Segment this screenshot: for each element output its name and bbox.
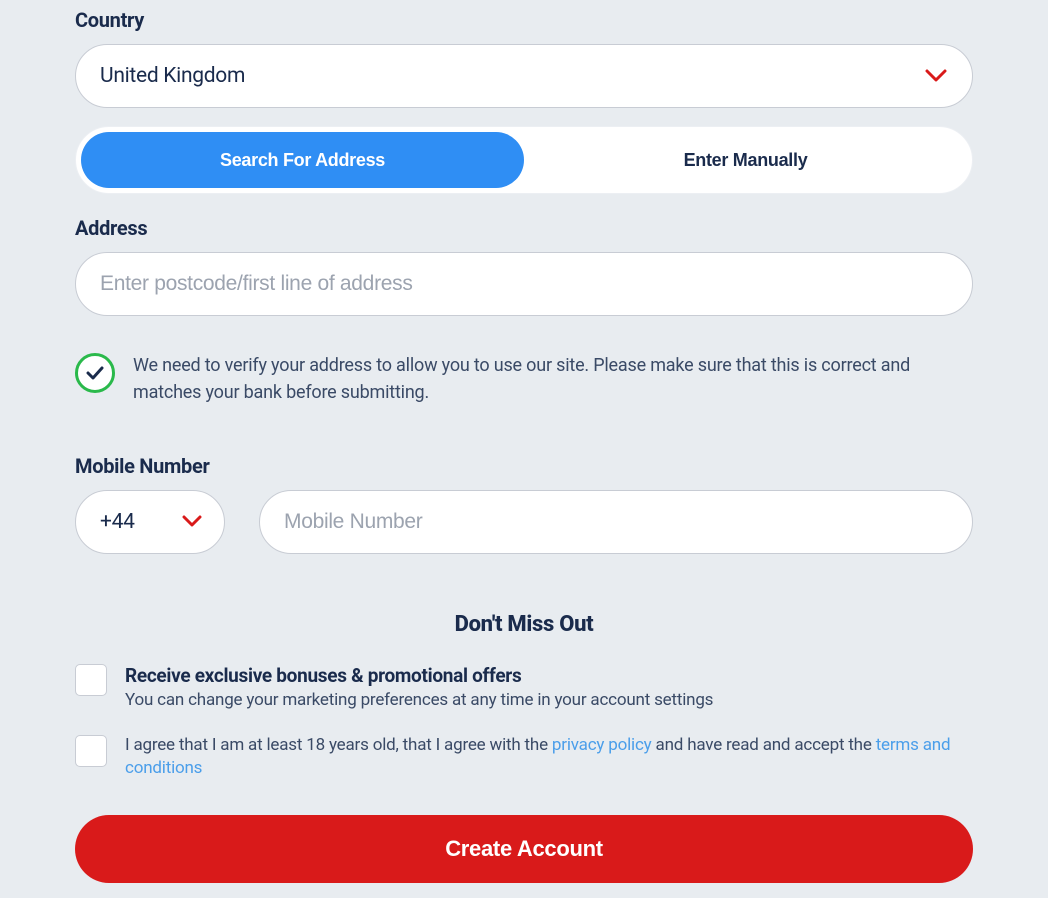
marketing-subtitle: You can change your marketing preference… (125, 689, 973, 712)
create-account-button[interactable]: Create Account (75, 815, 973, 883)
mobile-input[interactable] (259, 490, 973, 554)
agreement-prefix: I agree that I am at least 18 years old,… (125, 735, 552, 755)
agreement-text: I agree that I am at least 18 years old,… (125, 734, 973, 780)
agreement-checkbox[interactable] (75, 735, 107, 767)
country-label: Country (75, 8, 973, 32)
marketing-title: Receive exclusive bonuses & promotional … (125, 663, 973, 689)
address-label: Address (75, 216, 973, 240)
check-circle-icon (75, 353, 115, 393)
country-value: United Kingdom (100, 64, 245, 88)
country-select-wrapper: United Kingdom (75, 44, 973, 108)
mobile-label: Mobile Number (75, 454, 973, 478)
mobile-row: +44 (75, 490, 973, 554)
registration-form: Country United Kingdom Search For Addres… (0, 0, 1048, 883)
address-input[interactable] (75, 252, 973, 316)
country-select[interactable]: United Kingdom (75, 44, 973, 108)
verify-text: We need to verify your address to allow … (133, 352, 973, 406)
marketing-checkbox[interactable] (75, 664, 107, 696)
enter-manually-tab[interactable]: Enter Manually (524, 132, 967, 188)
search-address-tab[interactable]: Search For Address (81, 132, 524, 188)
address-mode-toggle: Search For Address Enter Manually (75, 126, 973, 194)
agreement-middle: and have read and accept the (652, 735, 876, 755)
marketing-row: Receive exclusive bonuses & promotional … (75, 663, 973, 712)
country-code-value: +44 (100, 510, 135, 534)
marketing-heading: Don't Miss Out (75, 612, 973, 637)
verify-notice: We need to verify your address to allow … (75, 352, 973, 406)
chevron-down-icon (182, 510, 202, 534)
privacy-policy-link[interactable]: privacy policy (552, 735, 652, 755)
agreement-row: I agree that I am at least 18 years old,… (75, 734, 973, 780)
country-code-select[interactable]: +44 (75, 490, 225, 554)
